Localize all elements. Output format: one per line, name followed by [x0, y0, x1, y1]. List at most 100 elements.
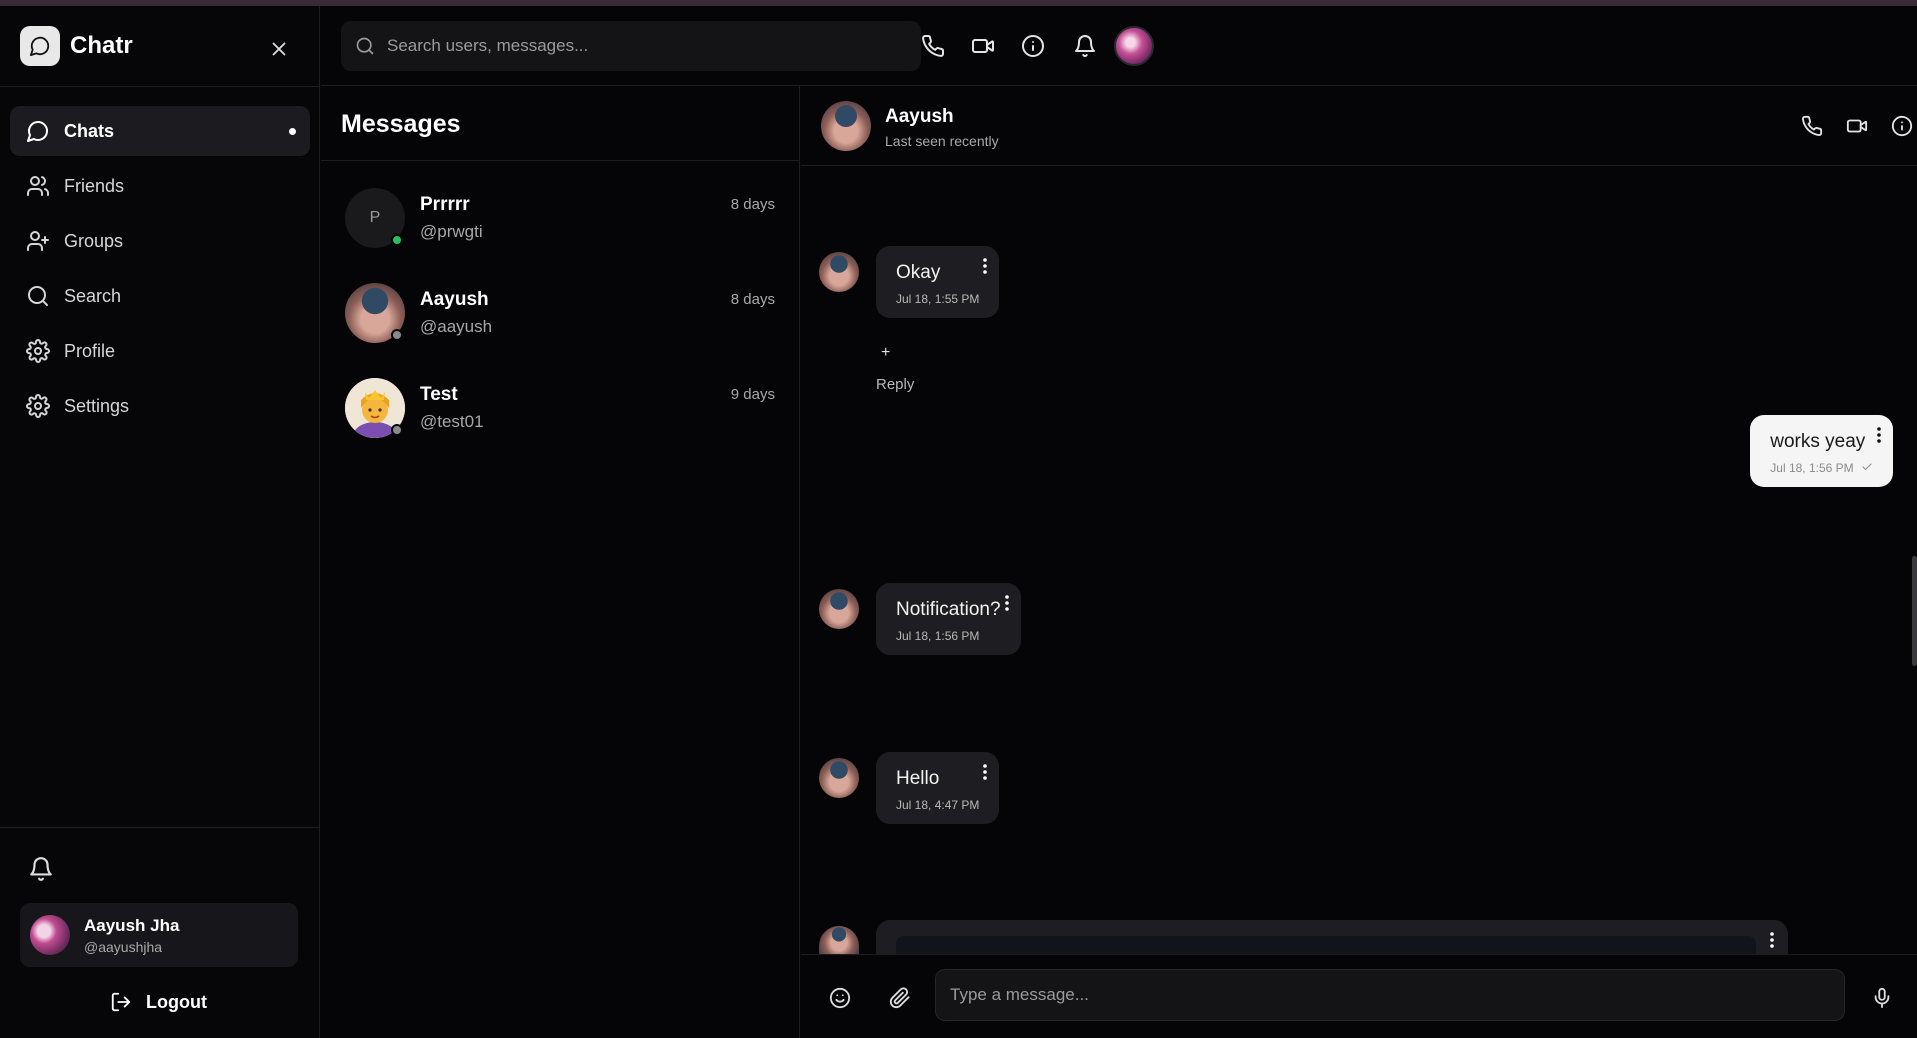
- check-icon: [1862, 463, 1872, 470]
- conversation-item-aayush[interactable]: Aayush @aayush 8 days: [321, 267, 800, 357]
- message-bubble[interactable]: Okay Jul 18, 1:55 PM: [876, 246, 1000, 318]
- search-icon: [28, 286, 48, 306]
- sidebar-item-label: Chats: [64, 120, 115, 141]
- smile-icon: [829, 987, 851, 1009]
- message-bubble[interactable]: Hello Jul 18, 4:47 PM: [876, 752, 1000, 824]
- current-user-handle: @aayushjha: [84, 938, 163, 955]
- voice-call-button[interactable]: [921, 34, 945, 58]
- close-icon: [272, 42, 286, 56]
- sidebar-nav: Chats Friends Groups Search Profile Sett…: [10, 106, 310, 436]
- sidebar-item-profile[interactable]: Profile: [10, 326, 310, 376]
- sidebar-item-label: Groups: [64, 230, 124, 251]
- app-logo-icon: [20, 26, 60, 66]
- message-time: Jul 18, 4:47 PM: [896, 798, 980, 812]
- messages-divider: [321, 160, 800, 161]
- bell-icon: [30, 857, 52, 881]
- users-icon: [27, 176, 49, 196]
- video-icon: [1846, 119, 1868, 133]
- own-message-bubble[interactable]: works yeay Jul 18, 1:56 PM: [1750, 415, 1893, 487]
- message-options-icon[interactable]: [1004, 595, 1009, 611]
- chat-video-call-button[interactable]: [1846, 115, 1868, 137]
- message-bubble[interactable]: Notification? Jul 18, 1:56 PM: [876, 583, 1021, 655]
- global-search[interactable]: [341, 21, 921, 71]
- conversation-name: Test: [420, 384, 458, 405]
- sidebar-item-search[interactable]: Search: [10, 271, 310, 321]
- chat-scrollbar[interactable]: [1912, 556, 1917, 666]
- chat-info-button[interactable]: [1891, 115, 1913, 137]
- app-name: Chatr: [70, 32, 133, 59]
- message-text: Hello: [896, 768, 940, 789]
- conversation-time: 8 days: [730, 196, 775, 213]
- message-options-icon[interactable]: [983, 764, 988, 780]
- conversation-time: 9 days: [730, 386, 775, 403]
- message-sender-avatar: [819, 926, 859, 954]
- sidebar-item-groups[interactable]: Groups: [10, 216, 310, 266]
- reply-button[interactable]: Reply: [876, 376, 914, 393]
- message-sender-avatar: [819, 758, 859, 798]
- message-input[interactable]: [935, 969, 1845, 1021]
- add-reaction-button[interactable]: +: [881, 344, 890, 362]
- avatar: [30, 915, 70, 955]
- gear-icon: [26, 394, 50, 418]
- avatar[interactable]: [821, 101, 871, 151]
- voice-message-button[interactable]: [1871, 987, 1893, 1009]
- conversation-name: Prrrrr: [420, 194, 470, 215]
- sidebar-divider: [0, 86, 320, 87]
- message-time-row: Jul 18, 1:56 PM: [1770, 461, 1873, 475]
- message-time: Jul 18, 1:56 PM: [896, 629, 980, 643]
- sidebar-item-chats[interactable]: Chats: [10, 106, 310, 156]
- notifications-button[interactable]: [1073, 34, 1097, 58]
- attach-button[interactable]: [889, 987, 911, 1009]
- emoji-button[interactable]: [829, 987, 851, 1009]
- close-sidebar-button[interactable]: [268, 38, 290, 60]
- conversation-time: 8 days: [730, 291, 775, 308]
- sidebar-item-label: Settings: [64, 395, 130, 416]
- conversation-item-prrrrr[interactable]: P Prrrrr @prwgti 8 days: [321, 172, 800, 262]
- message-options-icon[interactable]: [983, 258, 988, 274]
- video-icon: [972, 39, 994, 53]
- info-button[interactable]: [1021, 34, 1045, 58]
- sidebar-item-label: Search: [64, 285, 122, 306]
- phone-icon: [1802, 115, 1823, 136]
- sidebar-item-friends[interactable]: Friends: [10, 161, 310, 211]
- profile-avatar-button[interactable]: [1114, 26, 1154, 66]
- user-plus-icon: [27, 231, 49, 251]
- logout-button[interactable]: Logout: [110, 991, 207, 1013]
- chat-header: Aayush Last seen recently: [801, 86, 1917, 166]
- phone-icon: [922, 34, 945, 57]
- search-icon: [356, 37, 374, 55]
- brand: Chatr: [20, 26, 133, 66]
- microphone-icon: [1874, 987, 1890, 1009]
- message-time: Jul 18, 1:55 PM: [896, 292, 980, 306]
- message-text: Okay: [896, 262, 941, 283]
- message-sender-avatar: [819, 252, 859, 292]
- messages-title: Messages: [341, 110, 461, 138]
- message-options-icon[interactable]: [1770, 932, 1774, 948]
- gear-icon: [26, 339, 50, 363]
- message-time: Jul 18, 1:56 PM: [1770, 461, 1854, 475]
- message-sender-avatar: [819, 589, 859, 629]
- chat-voice-call-button[interactable]: [1801, 115, 1823, 137]
- conversation-name: Aayush: [420, 289, 489, 310]
- current-user-card[interactable]: Aayush Jha @aayushjha: [20, 903, 298, 967]
- message-text: works yeay: [1770, 431, 1866, 452]
- video-call-button[interactable]: [971, 34, 995, 58]
- sidebar-item-label: Friends: [64, 175, 125, 196]
- unread-dot: [289, 128, 296, 135]
- info-icon: [1022, 35, 1044, 57]
- sidebar-item-settings[interactable]: Settings: [10, 381, 310, 431]
- sidebar: Chatr Chats Friends Groups Search Profil…: [0, 6, 320, 1038]
- sidebar-footer-divider: [0, 827, 320, 828]
- chat-pane: Aayush Last seen recently Okay Jul 18, 1…: [801, 86, 1917, 1038]
- conversation-handle: @prwgti: [420, 222, 483, 241]
- conversation-handle: @aayush: [420, 317, 493, 336]
- chat-contact-name[interactable]: Aayush: [885, 106, 954, 128]
- logout-label: Logout: [146, 991, 207, 1012]
- online-status-indicator: [391, 234, 403, 246]
- notifications-button[interactable]: [28, 856, 54, 882]
- conversation-list-pane: Messages P Prrrrr @prwgti 8 days Aayush …: [321, 86, 800, 1038]
- conversation-item-test[interactable]: Test @test01 9 days: [321, 362, 800, 452]
- message-options-icon[interactable]: [1877, 427, 1881, 443]
- message-text: Notification?: [896, 599, 1001, 620]
- search-input[interactable]: [387, 36, 887, 56]
